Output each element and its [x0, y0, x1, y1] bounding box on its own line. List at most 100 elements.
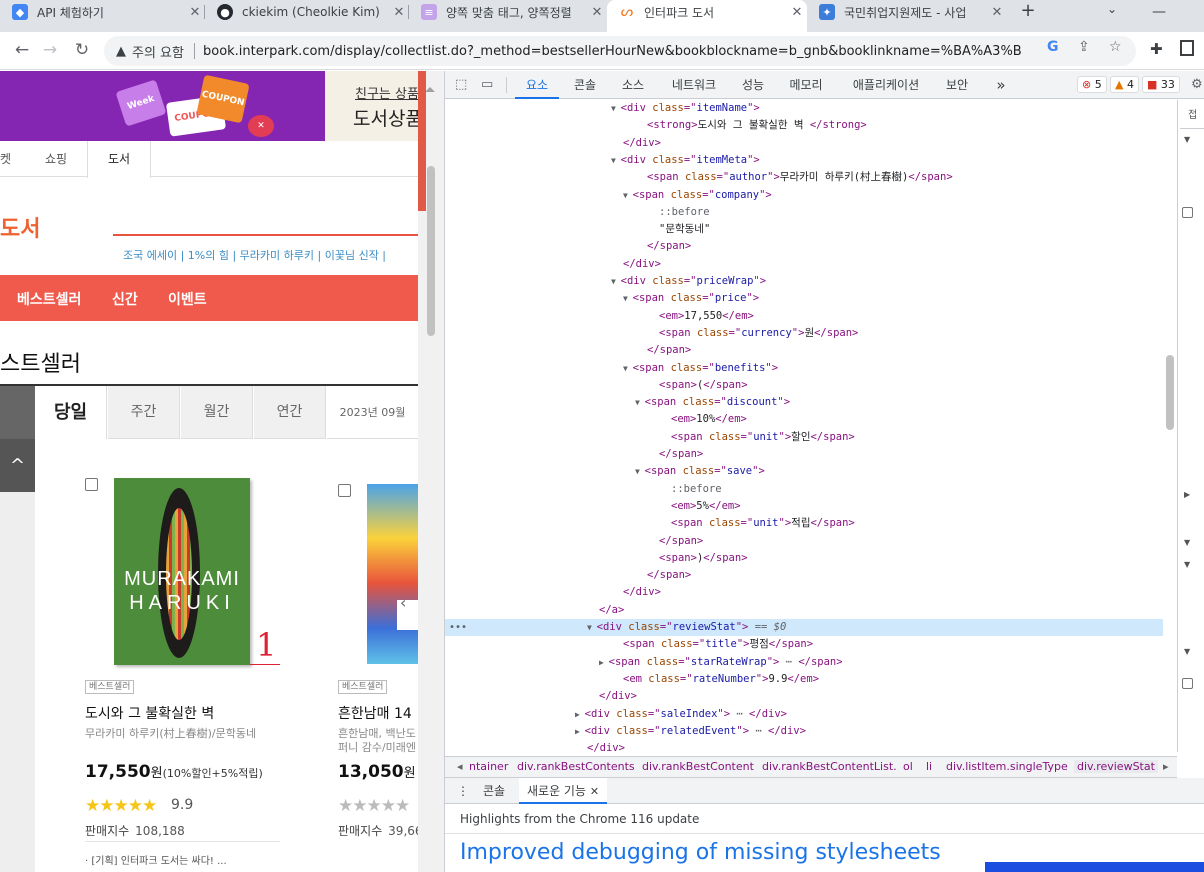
- tab-elements[interactable]: 요소: [515, 71, 559, 99]
- issues-count-badge[interactable]: ■ 33: [1142, 76, 1180, 93]
- dom-node[interactable]: "문학동네": [445, 221, 1163, 238]
- expand-triangle-icon[interactable]: ▼: [611, 104, 621, 113]
- error-count-badge[interactable]: ⊗ 5: [1077, 76, 1107, 93]
- bookmark-star-icon[interactable]: ☆: [1109, 39, 1122, 55]
- close-icon[interactable]: ✕: [389, 5, 409, 20]
- menu-event[interactable]: 이벤트: [168, 289, 207, 309]
- dom-node[interactable]: <span>(</span>: [445, 377, 1163, 394]
- dom-node[interactable]: ▼ <div class="itemName">: [445, 100, 1163, 117]
- share-icon[interactable]: ⇪: [1078, 39, 1090, 55]
- promo-banner[interactable]: Week COUPON COUPON ✕ 친구는 상품 도서상품: [0, 71, 418, 141]
- elements-tree[interactable]: ▼ <div class="itemName"> <strong>도시와 그 불확…: [445, 100, 1163, 752]
- expand-triangle-icon[interactable]: ▼: [635, 467, 645, 476]
- close-icon[interactable]: ✕: [185, 5, 205, 20]
- dom-node[interactable]: ▼ <div class="priceWrap">: [445, 273, 1163, 290]
- close-icon[interactable]: ✕: [987, 5, 1007, 20]
- dom-node[interactable]: ▼ <span class="price">: [445, 290, 1163, 307]
- dom-node[interactable]: </a>: [445, 602, 1163, 619]
- new-tab-button[interactable]: +: [1016, 0, 1040, 24]
- browser-tab-gov[interactable]: ✦ 국민취업지원제도 - 사업 ✕: [807, 0, 1007, 24]
- dom-node[interactable]: ▼ <span class="save">: [445, 463, 1163, 480]
- breadcrumb-item[interactable]: ntainer: [469, 760, 508, 773]
- url-text[interactable]: book.interpark.com/display/collectlist.d…: [203, 44, 1023, 59]
- scrollbar-thumb[interactable]: [427, 166, 435, 336]
- browser-tab-interpark[interactable]: ᔕ 인터파크 도서 ✕: [607, 0, 807, 32]
- tab-books[interactable]: 도서: [87, 141, 151, 178]
- book-checkbox[interactable]: [85, 478, 98, 491]
- book-checkbox[interactable]: [338, 484, 351, 497]
- tab-monthly[interactable]: 월간: [181, 386, 253, 439]
- forward-arrow-icon[interactable]: →: [38, 39, 62, 63]
- book-author[interactable]: 퍼니 감수/미래엔: [338, 739, 416, 755]
- style-checkbox[interactable]: [1182, 678, 1193, 689]
- browser-tab-github[interactable]: ● ckiekim (Cheolkie Kim) ✕: [205, 0, 409, 24]
- whats-new-title[interactable]: Improved debugging of missing stylesheet…: [460, 840, 941, 872]
- warning-icon[interactable]: ▲: [116, 44, 126, 59]
- tab-yearly[interactable]: 연간: [254, 386, 326, 439]
- expand-triangle-icon[interactable]: ▼: [611, 156, 621, 165]
- book-title[interactable]: 흔한남매 14: [338, 703, 412, 723]
- dom-node-selected[interactable]: ▼ <div class="reviewStat"> == $0 •••: [445, 619, 1163, 636]
- scroll-up-arrow-icon[interactable]: [425, 87, 435, 92]
- reload-icon[interactable]: ↻: [70, 39, 94, 63]
- side-pane-tab[interactable]: 접: [1188, 106, 1197, 121]
- expand-triangle-icon[interactable]: ▼: [623, 191, 633, 200]
- book-cover-image[interactable]: MURAKAMI HARUKI: [114, 478, 250, 665]
- tab-weekly[interactable]: 주간: [108, 386, 180, 439]
- dom-node[interactable]: </div>: [445, 135, 1163, 152]
- breadcrumb-item[interactable]: div.rankBestContentList.: [762, 760, 897, 773]
- close-icon[interactable]: ✕: [590, 785, 599, 798]
- breadcrumb-scroll-right-icon[interactable]: ▸: [1163, 760, 1169, 773]
- expand-triangle-icon[interactable]: ▼: [1184, 135, 1190, 144]
- expand-triangle-icon[interactable]: ▼: [611, 277, 621, 286]
- book-cover-image[interactable]: [367, 484, 418, 664]
- minimize-icon[interactable]: —: [1152, 4, 1166, 20]
- dom-node[interactable]: <strong>도시와 그 불확실한 벽 </strong>: [445, 117, 1163, 134]
- book-title[interactable]: 도시와 그 불확실한 벽: [85, 703, 214, 723]
- browser-tab-justify[interactable]: ≡ 양쪽 맞춤 태그, 양쪽정렬 ✕: [409, 0, 607, 24]
- breadcrumb-item[interactable]: ol: [903, 760, 913, 773]
- drawer-tab-console[interactable]: 콘솔: [483, 778, 505, 804]
- dom-node[interactable]: </div>: [445, 584, 1163, 601]
- styles-side-pane[interactable]: 접 ▼ ▶ ▼ ▼ ▼: [1177, 100, 1204, 752]
- dom-node[interactable]: <span class="unit">할인</span>: [445, 429, 1163, 446]
- back-arrow-icon[interactable]: ←: [10, 39, 34, 63]
- dom-node[interactable]: ::before: [445, 204, 1163, 221]
- dom-node[interactable]: ▼ <div class="itemMeta">: [445, 152, 1163, 169]
- collapsed-triangle-icon[interactable]: ▶: [575, 710, 585, 719]
- expand-triangle-icon[interactable]: ▼: [623, 294, 633, 303]
- google-translate-icon[interactable]: G: [1047, 39, 1059, 55]
- dom-node[interactable]: ▼ <span class="discount">: [445, 394, 1163, 411]
- breadcrumb-item[interactable]: div.rankBestContents: [517, 760, 635, 773]
- expand-triangle-icon[interactable]: ▼: [1184, 647, 1190, 656]
- collapsed-triangle-icon[interactable]: ▶: [575, 727, 585, 736]
- tab-console[interactable]: 콘솔: [563, 71, 607, 99]
- style-checkbox[interactable]: [1182, 207, 1193, 218]
- warning-count-badge[interactable]: ▲ 4: [1110, 76, 1139, 93]
- dom-node[interactable]: <em>10%</em>: [445, 411, 1163, 428]
- elements-scrollbar[interactable]: [1163, 100, 1177, 752]
- dom-node[interactable]: </span>: [445, 342, 1163, 359]
- chevron-left-icon[interactable]: ‹: [400, 593, 406, 612]
- tab-application[interactable]: 애플리케이션: [841, 71, 931, 99]
- tab-ticket[interactable]: 켓: [0, 141, 24, 177]
- menu-bestseller[interactable]: 베스트셀러: [17, 289, 81, 309]
- drawer-menu-icon[interactable]: ⋮: [457, 778, 469, 804]
- address-bar[interactable]: ▲ 주의 요함 book.interpark.com/display/colle…: [104, 36, 1136, 66]
- node-actions-icon[interactable]: •••: [449, 619, 467, 636]
- tab-search-chevron-icon[interactable]: ⌄: [1107, 2, 1117, 16]
- dom-node[interactable]: </span>: [445, 533, 1163, 550]
- dom-node[interactable]: </span>: [445, 446, 1163, 463]
- dom-node[interactable]: <span class="unit">적립</span>: [445, 515, 1163, 532]
- close-icon[interactable]: ✕: [587, 5, 607, 20]
- breadcrumb-item-selected[interactable]: div.reviewStat: [1074, 760, 1158, 773]
- tab-daily[interactable]: 당일: [35, 386, 107, 439]
- expand-triangle-icon[interactable]: ▼: [623, 364, 633, 373]
- tab-network[interactable]: 네트워크: [659, 71, 729, 99]
- breadcrumb-scroll-left-icon[interactable]: ◂: [457, 760, 463, 773]
- menu-new[interactable]: 신간: [112, 289, 138, 309]
- tab-shopping[interactable]: 쇼핑: [26, 141, 86, 177]
- dom-node[interactable]: </div>: [445, 688, 1163, 705]
- expand-triangle-icon[interactable]: ▼: [1184, 560, 1190, 569]
- device-toolbar-icon[interactable]: ▭: [481, 77, 493, 92]
